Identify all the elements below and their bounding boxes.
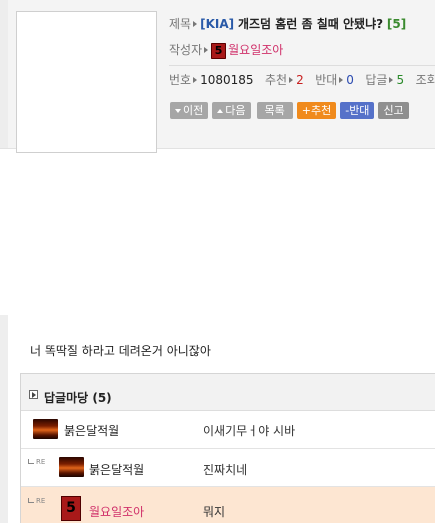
post-toolbar: 이전 다음 목록 +추천 -반대 신고 (170, 102, 413, 119)
report-button[interactable]: 신고 (378, 102, 409, 119)
arrow-right-icon (193, 77, 198, 83)
post-number: 1080185 (200, 73, 254, 87)
arrow-right-icon (193, 21, 198, 27)
post-number-label: 번호 (169, 73, 192, 87)
comment-row: RE 5 월요일조아 뭐지 (21, 487, 435, 523)
prev-button[interactable]: 이전 (170, 102, 209, 119)
comment-text: 뭐지 (203, 505, 226, 519)
comment-author[interactable]: 붉은달적월 (89, 461, 144, 478)
reply-indicator-icon: RE (28, 497, 45, 505)
comment-text: 이새기무ㅓ야 시바 (203, 424, 296, 438)
reply-label: 답글 (365, 73, 388, 87)
comment-author[interactable]: 월요일조아 (89, 503, 144, 520)
arrow-right-icon (339, 77, 344, 83)
comment-author[interactable]: 붉은달적월 (64, 422, 119, 439)
reply-indicator-icon: RE (28, 458, 45, 466)
post-title-row: 제목 [KIA] 개즈덤 홈런 좀 칠때 안됐냐? [5] (169, 15, 406, 32)
post-title: 개즈덤 홈런 좀 칠때 안됐냐? (237, 17, 384, 31)
post-thumbnail (16, 11, 157, 153)
recommend-label: 추천 (265, 73, 288, 87)
comment-row: RE 붉은달적월 진짜치네 (21, 449, 435, 487)
level-badge-icon: 5 (211, 42, 227, 59)
recommend-count: 2 (296, 73, 304, 87)
post-author-row: 작성자 5 월요일조아 (169, 41, 283, 59)
views-label: 조회 (415, 73, 435, 87)
list-button[interactable]: 목록 (256, 102, 293, 119)
comment-text: 진짜치네 (203, 463, 248, 477)
post-meta-row: 번호 1080185 추천 2 반대 0 답글 5 조회 (169, 71, 435, 88)
reply-section-title: 답글마당 (5) (44, 391, 112, 405)
oppose-label: 반대 (315, 73, 338, 87)
post-body: 너 똑딱질 하라고 데려온거 아니잖아 (30, 344, 211, 358)
post-category[interactable]: [KIA] (200, 17, 234, 31)
arrow-right-icon (389, 77, 394, 83)
content-border (0, 315, 8, 523)
next-button[interactable]: 다음 (212, 102, 251, 119)
arrow-right-icon (204, 47, 209, 53)
post-reply-count: [5] (386, 17, 407, 31)
expand-toggle-icon[interactable] (29, 390, 38, 399)
user-avatar-icon (33, 419, 58, 439)
author-label: 작성자 (169, 43, 203, 57)
recommend-button[interactable]: +추천 (296, 102, 337, 119)
chevron-up-icon (217, 109, 224, 113)
reply-count: 5 (396, 73, 405, 87)
oppose-button[interactable]: -반대 (340, 102, 375, 119)
arrow-right-icon (289, 77, 294, 83)
divider (169, 65, 435, 66)
user-avatar-icon (59, 457, 84, 477)
subject-label: 제목 (169, 17, 192, 31)
chevron-down-icon (175, 109, 181, 113)
level-badge-icon: 5 (61, 496, 81, 521)
author-name[interactable]: 월요일조아 (228, 43, 283, 57)
comment-row: 붉은달적월 이새기무ㅓ야 시바 (21, 411, 435, 449)
oppose-count: 0 (346, 73, 354, 87)
